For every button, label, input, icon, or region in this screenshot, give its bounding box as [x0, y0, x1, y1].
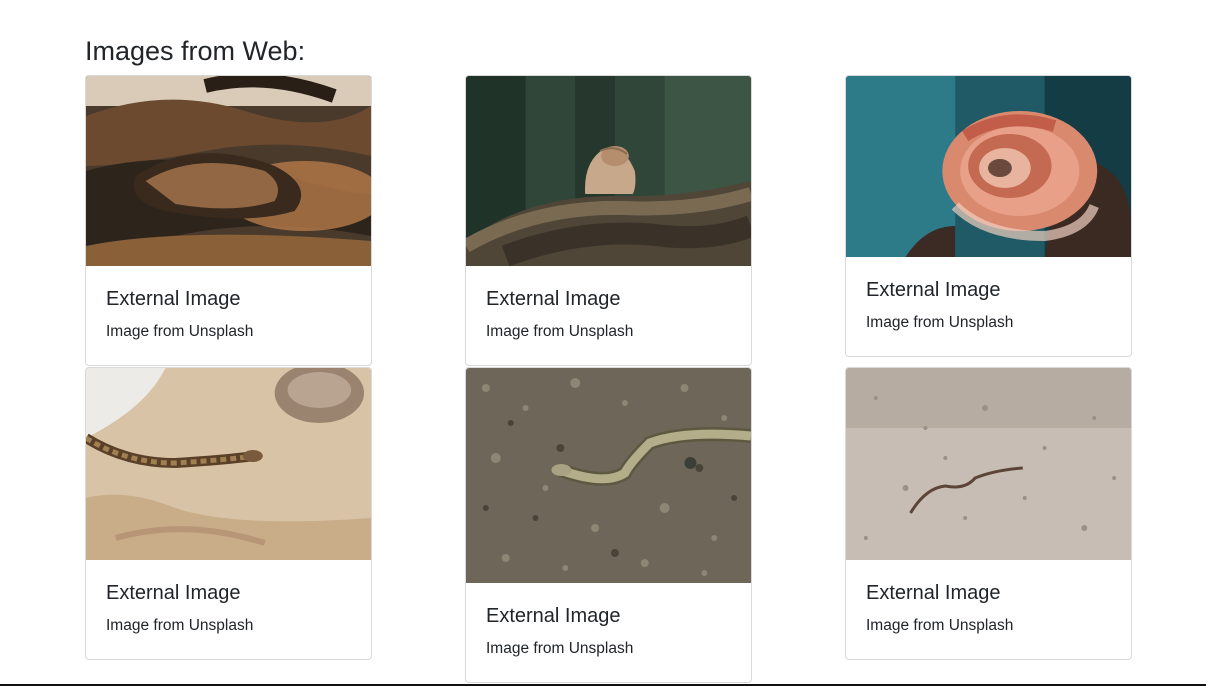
card-text: Image from Unsplash: [486, 323, 634, 340]
card-title: External Image: [866, 279, 1001, 301]
card-text: Image from Unsplash: [486, 640, 634, 657]
card-text: Image from Unsplash: [106, 323, 254, 340]
card-body: External Image Image from Unsplash: [846, 560, 1131, 637]
card-body: External Image Image from Unsplash: [466, 583, 751, 660]
python-head-image: [466, 76, 751, 266]
image-card: External Image Image from Unsplash: [465, 75, 752, 366]
card-title: External Image: [106, 582, 241, 604]
card-text: Image from Unsplash: [106, 617, 254, 634]
card-body: External Image Image from Unsplash: [86, 266, 371, 343]
card-body: External Image Image from Unsplash: [846, 257, 1131, 334]
card-title: External Image: [486, 605, 621, 627]
card-title: External Image: [106, 288, 241, 310]
image-card: External Image Image from Unsplash: [845, 367, 1132, 660]
card-body: External Image Image from Unsplash: [466, 266, 751, 343]
card-image-dirt-snake: [846, 368, 1131, 560]
image-card: External Image Image from Unsplash: [85, 75, 372, 366]
image-card: External Image Image from Unsplash: [85, 367, 372, 660]
card-image-sand-snake: [86, 368, 371, 560]
card-image-python-head: [466, 76, 751, 266]
dirt-snake-image: [846, 368, 1131, 560]
card-title: External Image: [866, 582, 1001, 604]
slow-worm-image: [466, 368, 751, 583]
card-body: External Image Image from Unsplash: [86, 560, 371, 637]
card-image-python: [86, 76, 371, 266]
image-card: External Image Image from Unsplash: [465, 367, 752, 683]
image-card: External Image Image from Unsplash: [845, 75, 1132, 357]
page: Images from Web: External Image Image fr…: [0, 0, 1206, 686]
page-heading: Images from Web:: [85, 36, 306, 66]
card-text: Image from Unsplash: [866, 314, 1014, 331]
sand-snake-image: [86, 368, 371, 560]
card-image-slow-worm: [466, 368, 751, 583]
red-boa-image: [846, 76, 1131, 257]
card-image-boa: [846, 76, 1131, 257]
card-text: Image from Unsplash: [866, 617, 1014, 634]
coiled-python-image: [86, 76, 371, 266]
card-title: External Image: [486, 288, 621, 310]
